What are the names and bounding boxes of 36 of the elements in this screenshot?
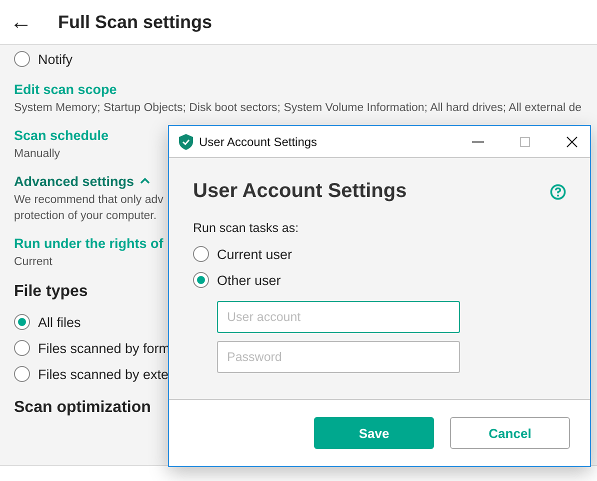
radio-label: Other user (217, 272, 281, 288)
save-button[interactable]: Save (314, 417, 434, 449)
radio-button[interactable] (14, 51, 30, 67)
section-link[interactable]: Edit scan scope (14, 82, 117, 96)
section-heading: Scan optimization (14, 399, 152, 417)
section-link[interactable]: Scan schedule (14, 128, 109, 142)
section-description: Manually (14, 148, 60, 160)
radio-button[interactable] (193, 272, 209, 288)
section-link[interactable]: Run under the rights of (14, 236, 164, 250)
section-description: Current (14, 256, 52, 268)
radio-label: Current user (217, 246, 292, 262)
cancel-button[interactable]: Cancel (450, 417, 570, 449)
radio-button[interactable] (14, 366, 30, 382)
radio-label: Notify (38, 52, 73, 66)
shield-icon (179, 134, 193, 150)
page-title: Full Scan settings (58, 12, 212, 32)
section-heading: File types (14, 283, 89, 301)
text-field[interactable]: Password (217, 341, 460, 373)
prompt-label: Run scan tasks as: (193, 221, 300, 235)
radio-button[interactable] (193, 246, 209, 262)
section-description: We recommend that only adv (14, 194, 164, 206)
close-icon[interactable] (566, 136, 578, 148)
radio-label: All files (38, 314, 81, 330)
section-link[interactable]: Advanced settings (14, 174, 134, 188)
section-description: System Memory; Startup Objects; Disk boot sectors; System Volume Information; All hard drives; All external de (14, 102, 582, 114)
help-icon[interactable] (550, 184, 566, 200)
text-field[interactable]: User account (217, 301, 460, 333)
radio-button[interactable] (14, 340, 30, 356)
radio-label: Files scanned by exte (38, 366, 169, 382)
section-description: protection of your computer. (14, 210, 157, 222)
dialog-heading: User Account Settings (193, 180, 407, 203)
maximize-icon[interactable] (520, 136, 530, 146)
radio-button[interactable] (14, 314, 30, 330)
window-title: User Account Settings (199, 134, 318, 148)
chevron-icon[interactable] (140, 177, 150, 185)
back-button[interactable]: ← (6, 9, 36, 35)
